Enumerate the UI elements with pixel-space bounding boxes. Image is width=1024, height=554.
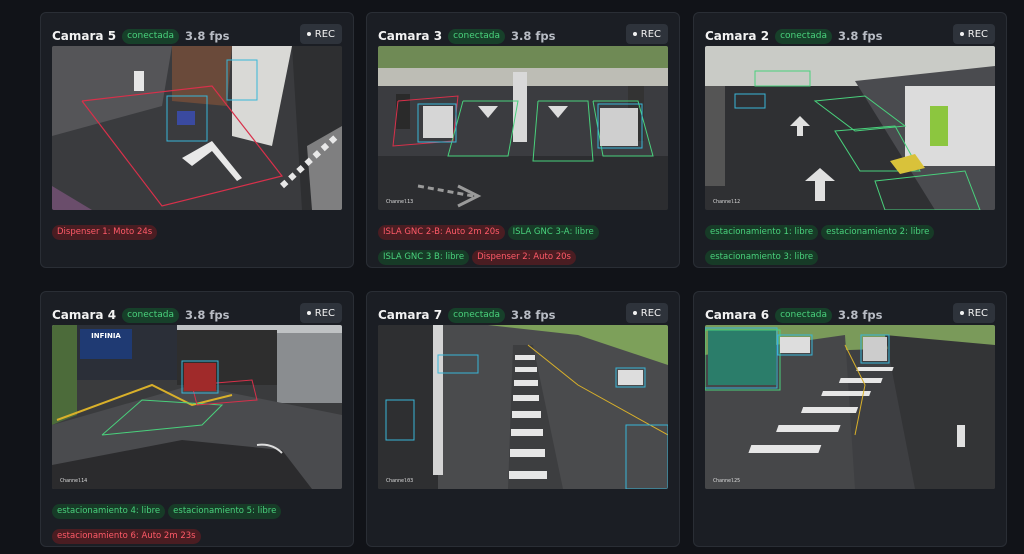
camera-card-2: Camara 2 conectada 3.8 fps REC Channel12… <box>693 12 1007 268</box>
event-pill: Dispenser 1: Moto 24s <box>52 225 158 240</box>
rec-label: REC <box>640 307 661 319</box>
connection-badge: conectada <box>775 28 832 44</box>
camera-grid: Camara 5 conectada 3.8 fps REC Dispenser… <box>0 0 1024 554</box>
camera-card-4: Camara 4 conectada 3.8 fps REC INFINIA C… <box>40 291 354 547</box>
camera-title: Camara 6 <box>705 308 770 322</box>
rec-button[interactable]: REC <box>299 303 342 323</box>
event-pill: estacionamiento 1: libre <box>705 225 819 240</box>
channel-label: Channel13 <box>386 199 414 205</box>
camera-feed[interactable]: Channel13 <box>378 46 668 210</box>
rec-label: REC <box>967 307 988 319</box>
event-pill: estacionamiento 5: libre <box>168 504 282 519</box>
camera-feed[interactable]: INFINIA Channel14 <box>52 325 342 489</box>
event-list: estacionamiento 1: libre estacionamiento … <box>705 219 998 269</box>
event-list: Dispenser 1: Moto 24s <box>52 219 345 244</box>
feed-scene <box>378 325 668 489</box>
channel-label: Channel14 <box>60 478 88 484</box>
record-dot-icon <box>959 32 964 36</box>
camera-feed[interactable]: Channel25 <box>705 325 995 489</box>
connection-badge: conectada <box>122 307 179 323</box>
event-pill: estacionamiento 2: libre <box>821 225 935 240</box>
camera-feed[interactable] <box>52 46 342 210</box>
fps-readout: 3.8 fps <box>837 308 883 322</box>
connection-badge: conectada <box>775 307 832 323</box>
event-pill: estacionamiento 3: libre <box>705 250 819 265</box>
camera-card-6: Camara 6 conectada 3.8 fps REC Channel25 <box>693 291 1007 547</box>
rec-button[interactable]: REC <box>952 24 995 44</box>
rec-button[interactable]: REC <box>625 303 668 323</box>
fps-readout: 3.8 fps <box>184 308 230 322</box>
channel-label: Channel12 <box>713 199 741 205</box>
rec-label: REC <box>967 28 988 40</box>
fps-readout: 3.8 fps <box>184 29 230 43</box>
event-pill: ISLA GNC 3 B: libre <box>378 250 470 265</box>
rec-label: REC <box>314 307 335 319</box>
record-dot-icon <box>959 311 964 315</box>
event-list: ISLA GNC 2-B: Auto 2m 20s ISLA GNC 3-A: l… <box>378 219 671 269</box>
camera-feed[interactable]: Channel12 <box>705 46 995 210</box>
fps-readout: 3.8 fps <box>837 29 883 43</box>
event-pill: estacionamiento 4: libre <box>52 504 166 519</box>
camera-title: Camara 5 <box>52 29 117 43</box>
camera-card-3: Camara 3 conectada 3.8 fps REC Channel13… <box>366 12 680 268</box>
billboard: INFINIA <box>80 329 132 359</box>
event-pill: ISLA GNC 2-B: Auto 2m 20s <box>378 225 505 240</box>
rec-label: REC <box>640 28 661 40</box>
event-pill: ISLA GNC 3-A: libre <box>507 225 599 240</box>
camera-title: Camara 3 <box>378 29 443 43</box>
fps-readout: 3.8 fps <box>510 308 556 322</box>
feed-scene <box>378 46 668 210</box>
record-dot-icon <box>632 32 637 36</box>
camera-card-5: Camara 5 conectada 3.8 fps REC Dispenser… <box>40 12 354 268</box>
connection-badge: conectada <box>448 307 505 323</box>
channel-label: Channel03 <box>386 478 414 484</box>
feed-scene <box>705 46 995 210</box>
fps-readout: 3.8 fps <box>510 29 556 43</box>
record-dot-icon <box>306 311 311 315</box>
event-pill: Dispenser 2: Auto 20s <box>472 250 576 265</box>
record-dot-icon <box>632 311 637 315</box>
channel-label: Channel25 <box>713 478 741 484</box>
billboard-text: INFINIA <box>91 332 121 340</box>
event-pill: estacionamiento 6: Auto 2m 23s <box>52 529 201 544</box>
camera-feed[interactable]: Channel03 <box>378 325 668 489</box>
camera-title: Camara 7 <box>378 308 443 322</box>
connection-badge: conectada <box>122 28 179 44</box>
camera-title: Camara 4 <box>52 308 117 322</box>
camera-title: Camara 2 <box>705 29 770 43</box>
feed-scene <box>705 325 995 489</box>
rec-button[interactable]: REC <box>625 24 668 44</box>
event-list: estacionamiento 4: libre estacionamiento … <box>52 498 345 548</box>
feed-scene <box>52 46 342 210</box>
record-dot-icon <box>306 32 311 36</box>
connection-badge: conectada <box>448 28 505 44</box>
camera-card-7: Camara 7 conectada 3.8 fps REC Channel03 <box>366 291 680 547</box>
rec-button[interactable]: REC <box>299 24 342 44</box>
rec-button[interactable]: REC <box>952 303 995 323</box>
rec-label: REC <box>314 28 335 40</box>
